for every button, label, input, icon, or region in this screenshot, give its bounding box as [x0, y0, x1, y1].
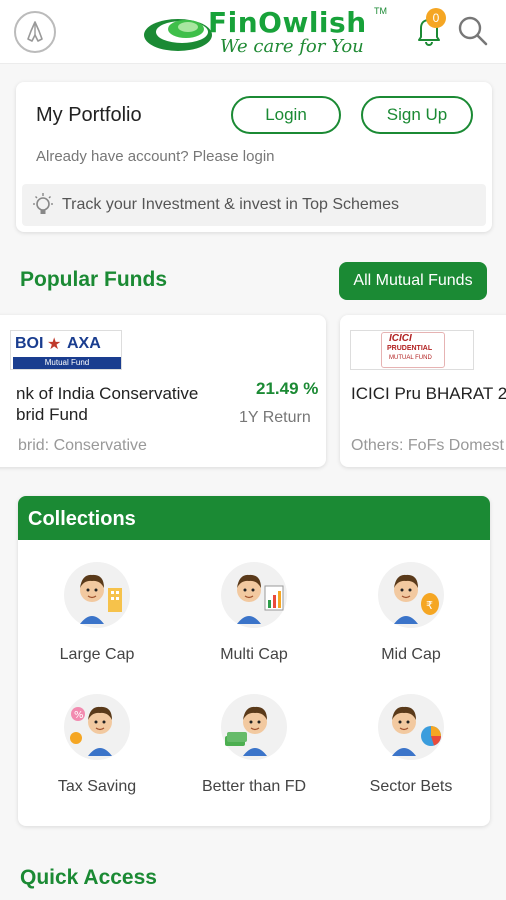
fund-card[interactable]: BOI ★ AXA Mutual Fund nk of India Conser…: [0, 315, 326, 467]
better-than-fd-icon: [219, 692, 289, 762]
fund-logo: BOI ★ AXA Mutual Fund: [10, 330, 122, 370]
fund-logo-sub: Mutual Fund: [13, 357, 121, 369]
logo-trademark: TM: [374, 6, 387, 16]
fund-logo: ICICI PRUDENTIAL MUTUAL FUND: [350, 330, 474, 370]
top-app-bar: FinOwlish TM We care for You 0: [0, 0, 506, 64]
collections-card: Collections Large Cap Multi Cap ₹ Mid Ca…: [18, 496, 490, 826]
fund-return-value: 21.49 %: [256, 379, 319, 398]
popular-funds-title: Popular Funds: [20, 268, 167, 291]
signup-button[interactable]: Sign Up: [361, 96, 473, 134]
app-logo: FinOwlish TM We care for You: [142, 6, 388, 58]
collection-large-cap[interactable]: Large Cap: [19, 560, 175, 680]
track-investment-banner[interactable]: Track your Investment & invest in Top Sc…: [22, 184, 486, 226]
svg-text:₹: ₹: [426, 599, 433, 612]
collection-label: Tax Saving: [57, 778, 137, 795]
collections-title: Collections: [28, 508, 136, 530]
collection-label: Better than FD: [201, 778, 307, 795]
collection-mid-cap[interactable]: ₹ Mid Cap: [333, 560, 489, 680]
portfolio-subtitle: Already have account? Please login: [36, 148, 275, 165]
all-mutual-funds-button[interactable]: All Mutual Funds: [339, 262, 487, 300]
quick-access-title: Quick Access: [20, 866, 157, 889]
collection-multi-cap[interactable]: Multi Cap: [176, 560, 332, 680]
fund-return-label: 1Y Return: [239, 409, 311, 426]
fund-logo-text: BOI: [15, 335, 44, 352]
lightbulb-icon: [30, 192, 56, 218]
pray-hands-icon[interactable]: [14, 11, 56, 53]
collection-better-than-fd[interactable]: Better than FD: [176, 692, 332, 812]
fund-name: ICICI Pru BHARAT 2: [351, 384, 506, 403]
login-button[interactable]: Login: [231, 96, 341, 134]
collection-label: Sector Bets: [369, 778, 453, 795]
large-cap-icon: [62, 560, 132, 630]
fund-logo-brand: AXA: [67, 335, 101, 352]
logo-frame: [381, 332, 445, 368]
fund-card[interactable]: ICICI PRUDENTIAL MUTUAL FUND ICICI Pru B…: [340, 315, 506, 467]
logo-tagline: We care for You: [220, 36, 364, 57]
collection-sector-bets[interactable]: Sector Bets: [333, 692, 489, 812]
collection-label: Mid Cap: [381, 646, 441, 663]
portfolio-card: My Portfolio Login Sign Up Already have …: [16, 82, 492, 232]
portfolio-title: My Portfolio: [36, 104, 142, 126]
notification-badge: 0: [426, 8, 446, 28]
collection-tax-saving[interactable]: % Tax Saving: [19, 692, 175, 812]
mid-cap-icon: ₹: [376, 560, 446, 630]
logo-title: FinOwlish: [208, 6, 367, 39]
sector-bets-icon: [376, 692, 446, 762]
star-icon: ★: [47, 336, 62, 353]
collection-label: Multi Cap: [220, 646, 288, 663]
fund-category: Others: FoFs Domest: [351, 437, 504, 454]
fund-name: nk of India Conservative brid Fund: [16, 384, 199, 424]
track-investment-text: Track your Investment & invest in Top Sc…: [62, 196, 400, 213]
collections-header: Collections: [18, 496, 490, 540]
tax-saving-icon: %: [62, 692, 132, 762]
search-icon[interactable]: [456, 14, 490, 48]
collection-label: Large Cap: [59, 646, 135, 663]
svg-text:%: %: [74, 710, 84, 721]
fund-category: brid: Conservative: [18, 437, 147, 454]
multi-cap-icon: [219, 560, 289, 630]
